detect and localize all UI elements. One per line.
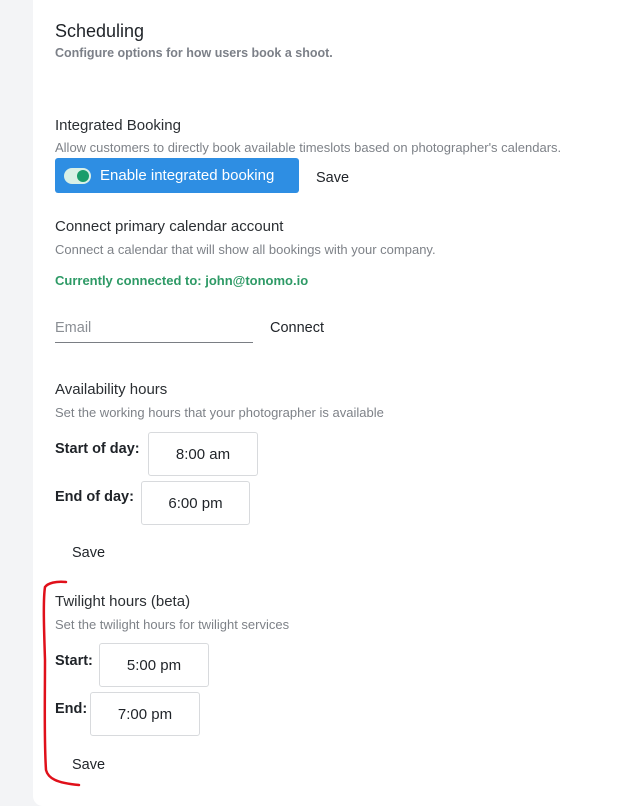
twilight-save-button[interactable]: Save <box>72 757 105 773</box>
connect-button[interactable]: Connect <box>270 320 324 336</box>
twilight-end-input[interactable]: 7:00 pm <box>90 692 200 736</box>
end-of-day-label: End of day: <box>55 489 134 505</box>
integrated-booking-save-button[interactable]: Save <box>316 170 349 186</box>
page-title: Scheduling <box>55 21 145 41</box>
toggle-label: Enable integrated booking <box>100 167 275 184</box>
page-subtitle: Configure options for how users book a s… <box>55 46 333 60</box>
availability-description: Set the working hours that your photogra… <box>55 405 384 420</box>
enable-integrated-booking-toggle[interactable]: Enable integrated booking <box>55 158 299 193</box>
twilight-start-input[interactable]: 5:00 pm <box>99 643 209 687</box>
twilight-description: Set the twilight hours for twilight serv… <box>55 617 290 632</box>
availability-save-button[interactable]: Save <box>72 545 105 561</box>
integrated-booking-description: Allow customers to directly book availab… <box>55 140 562 155</box>
start-of-day-input[interactable]: 8:00 am <box>148 432 258 476</box>
twilight-end-label: End: <box>55 701 88 717</box>
start-of-day-label: Start of day: <box>55 441 140 457</box>
connected-account-text: Currently connected to: john@tonomo.io <box>55 273 309 288</box>
calendar-description: Connect a calendar that will show all bo… <box>55 242 436 257</box>
toggle-switch-icon <box>64 167 91 184</box>
email-input[interactable] <box>55 314 253 343</box>
twilight-title: Twilight hours (beta) <box>55 593 191 610</box>
availability-title: Availability hours <box>55 381 168 398</box>
integrated-booking-title: Integrated Booking <box>55 117 181 134</box>
twilight-start-label: Start: <box>55 653 93 669</box>
scheduling-card: Scheduling Configure options for how use… <box>33 0 633 806</box>
calendar-title: Connect primary calendar account <box>55 218 284 235</box>
end-of-day-input[interactable]: 6:00 pm <box>141 481 250 525</box>
